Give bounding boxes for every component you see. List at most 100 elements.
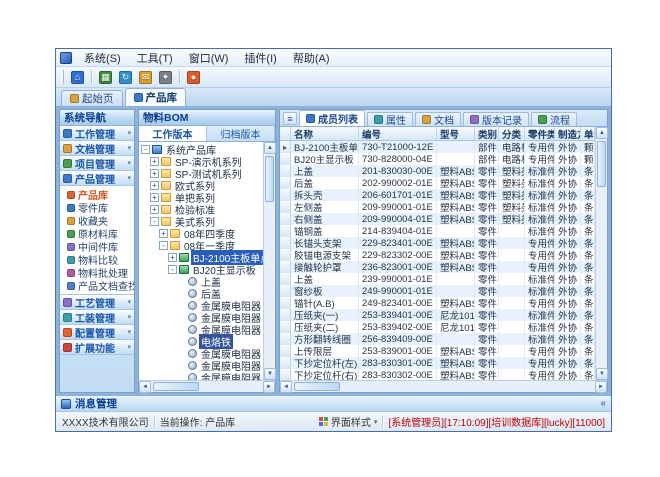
- table-row[interactable]: BJ20主显示板730-828000-04E部件电路板专用件外协颗: [280, 153, 595, 165]
- sidebar-group-3[interactable]: 项目管理▾: [60, 156, 134, 171]
- menu-item-2[interactable]: 工具(T): [130, 49, 180, 67]
- table-row[interactable]: 锚针(A.B)249-823401-00E塑料ABS零件专用件外协条: [280, 297, 595, 309]
- sidebar-group-7[interactable]: 配置管理▾: [60, 325, 134, 340]
- collapse-icon[interactable]: -: [168, 265, 177, 274]
- table-row[interactable]: 压纸夹(二)253-839402-00E尼龙1010零件标准件外协条: [280, 321, 595, 333]
- table-row[interactable]: 方形翻转线圈256-839409-00E零件标准件外协条: [280, 333, 595, 345]
- sidebar-item-8[interactable]: 产品文档查找: [60, 279, 134, 292]
- scroll-right-icon[interactable]: ►: [263, 381, 275, 393]
- expand-icon[interactable]: +: [150, 169, 159, 178]
- scroll-up-icon[interactable]: ▲: [264, 142, 276, 154]
- scroll-track[interactable]: [151, 381, 263, 392]
- panel-menu-button[interactable]: ≡: [283, 112, 297, 125]
- scroll-track[interactable]: [264, 154, 275, 368]
- sidebar-group-2[interactable]: 文档管理▾: [60, 141, 134, 156]
- sidebar-group-6[interactable]: 工装管理▾: [60, 310, 134, 325]
- table-row[interactable]: 压纸夹(一)253-839401-00E尼龙1010零件标准件外协条: [280, 309, 595, 321]
- message-panel-header[interactable]: 消息管理 «: [56, 395, 611, 411]
- home-button[interactable]: ⌂: [69, 69, 86, 86]
- table-vertical-scrollbar[interactable]: ▲ ▼: [595, 127, 607, 380]
- column-header-2[interactable]: 编号: [359, 127, 437, 140]
- column-header-3[interactable]: 型号: [437, 127, 475, 140]
- scroll-down-icon[interactable]: ▼: [596, 368, 608, 380]
- table-row[interactable]: 胶锚电源支架229-823302-00E塑料ABS零件专用件外协条: [280, 249, 595, 261]
- menu-item-4[interactable]: 插件(I): [237, 49, 283, 67]
- column-header-5[interactable]: 分类: [499, 127, 525, 140]
- cell: 外协: [555, 273, 581, 285]
- cell: 专用件: [525, 141, 555, 153]
- scroll-thumb[interactable]: [265, 156, 274, 202]
- table-row[interactable]: 上盖201-830030-00E塑料ABS零件塑料类标准件外协条: [280, 165, 595, 177]
- toolbar-grip[interactable]: [61, 70, 64, 84]
- row-gutter: [280, 357, 291, 369]
- table-row[interactable]: 长锚头支架229-823401-00E塑料ABS零件专用件外协条: [280, 237, 595, 249]
- scroll-up-icon[interactable]: ▲: [596, 127, 608, 139]
- bom-version-tab-1[interactable]: 工作版本: [139, 126, 207, 141]
- table-row[interactable]: 左侧盖209-990001-01E塑料ABS零件塑料类标准件外协条: [280, 201, 595, 213]
- table-row[interactable]: 右侧盖209-990004-01E塑料ABS零件塑料类标准件外协条: [280, 213, 595, 225]
- scroll-track[interactable]: [596, 139, 607, 368]
- table-row[interactable]: 下抄定位杆(右)283-830302-00E塑料ABS零件专用件外协条: [280, 369, 595, 380]
- collapse-icon[interactable]: -: [141, 145, 150, 154]
- table-row[interactable]: 锚钢盖214-839404-01E零件标准件外协条: [280, 225, 595, 237]
- menu-item-5[interactable]: 帮助(A): [286, 49, 337, 67]
- sidebar-group-8[interactable]: 扩展功能▾: [60, 340, 134, 355]
- collapse-icon[interactable]: -: [150, 217, 159, 226]
- collapse-chevron-icon[interactable]: «: [600, 398, 606, 409]
- scroll-thumb[interactable]: [294, 382, 340, 391]
- table-row[interactable]: ▸BJ-2100主板单点730-T21000-12E部件电路板专用件外协颗: [280, 141, 595, 153]
- detail-tab-2[interactable]: 属性: [367, 112, 413, 126]
- refresh-button[interactable]: ↻: [117, 69, 134, 86]
- scroll-thumb[interactable]: [153, 382, 199, 391]
- scroll-track[interactable]: [292, 381, 595, 392]
- detail-tab-5[interactable]: 流程: [531, 112, 577, 126]
- expand-icon[interactable]: +: [159, 229, 168, 238]
- table-horizontal-scrollbar[interactable]: ◄ ►: [280, 380, 607, 392]
- expand-icon[interactable]: +: [150, 181, 159, 190]
- table-row[interactable]: 窗纱板249-990001-01E零件标准件外协条: [280, 285, 595, 297]
- bom-tree-vertical-scrollbar[interactable]: ▲ ▼: [263, 142, 275, 380]
- expand-icon[interactable]: +: [150, 205, 159, 214]
- table-row[interactable]: 拆头壳206-601701-01E塑料ABS零件塑料类标准件外协条: [280, 189, 595, 201]
- sidebar-group-5[interactable]: 工艺管理▾: [60, 295, 134, 310]
- menu-item-3[interactable]: 窗口(W): [182, 49, 236, 67]
- collapse-icon[interactable]: -: [159, 241, 168, 250]
- column-header-8[interactable]: 单位: [581, 127, 595, 140]
- table-row[interactable]: 接触轮护罩236-823001-00E塑料ABS零件专用件外协条: [280, 261, 595, 273]
- expand-icon[interactable]: +: [150, 157, 159, 166]
- detail-tab-4[interactable]: 版本记录: [463, 112, 529, 126]
- detail-tab-3[interactable]: 文档: [415, 112, 461, 126]
- scroll-left-icon[interactable]: ◄: [280, 381, 292, 393]
- scroll-thumb[interactable]: [597, 141, 606, 187]
- expand-icon[interactable]: +: [150, 193, 159, 202]
- doc-tab-1[interactable]: 起始页: [61, 90, 123, 106]
- sidebar-group-4[interactable]: 产品管理▾: [60, 171, 134, 186]
- modules-button[interactable]: ▦: [97, 69, 114, 86]
- tree-node-20[interactable]: 金属膜电阻器: [139, 371, 263, 380]
- scroll-down-icon[interactable]: ▼: [264, 368, 276, 380]
- message-button[interactable]: ✉: [137, 69, 154, 86]
- settings-button[interactable]: ✦: [157, 69, 174, 86]
- scroll-right-icon[interactable]: ►: [595, 381, 607, 393]
- detail-tab-1[interactable]: 成员列表: [299, 110, 365, 126]
- column-header-1[interactable]: 名称: [291, 127, 359, 140]
- column-header-7[interactable]: 制造方式: [555, 127, 581, 140]
- cell: 外协: [555, 177, 581, 189]
- sidebar-group-1[interactable]: 工作管理▾: [60, 126, 134, 141]
- folder-icon: [161, 169, 171, 178]
- cell: 标准件: [525, 273, 555, 285]
- ui-style-selector[interactable]: 界面样式 ▾: [319, 414, 378, 429]
- menu-item-1[interactable]: 系统(S): [77, 49, 128, 67]
- table-row[interactable]: 上盖239-990001-01E零件标准件外协条: [280, 273, 595, 285]
- table-row[interactable]: 下抄定位杆(左)283-830301-00E塑料ABS零件专用件外协条: [280, 357, 595, 369]
- exit-button[interactable]: ●: [185, 69, 202, 86]
- scroll-left-icon[interactable]: ◄: [139, 381, 151, 393]
- column-header-6[interactable]: 零件类型: [525, 127, 555, 140]
- table-row[interactable]: 上传限层253-839001-00E塑料ABS零件专用件外协条: [280, 345, 595, 357]
- column-header-4[interactable]: 类别: [475, 127, 499, 140]
- table-row[interactable]: 后盖202-990002-01E塑料ABS零件塑料类标准件外协条: [280, 177, 595, 189]
- bom-tree-horizontal-scrollbar[interactable]: ◄ ►: [139, 380, 275, 392]
- bom-version-tab-2[interactable]: 归档版本: [207, 126, 275, 141]
- expand-icon[interactable]: +: [168, 253, 177, 262]
- doc-tab-2[interactable]: 产品库: [125, 88, 187, 106]
